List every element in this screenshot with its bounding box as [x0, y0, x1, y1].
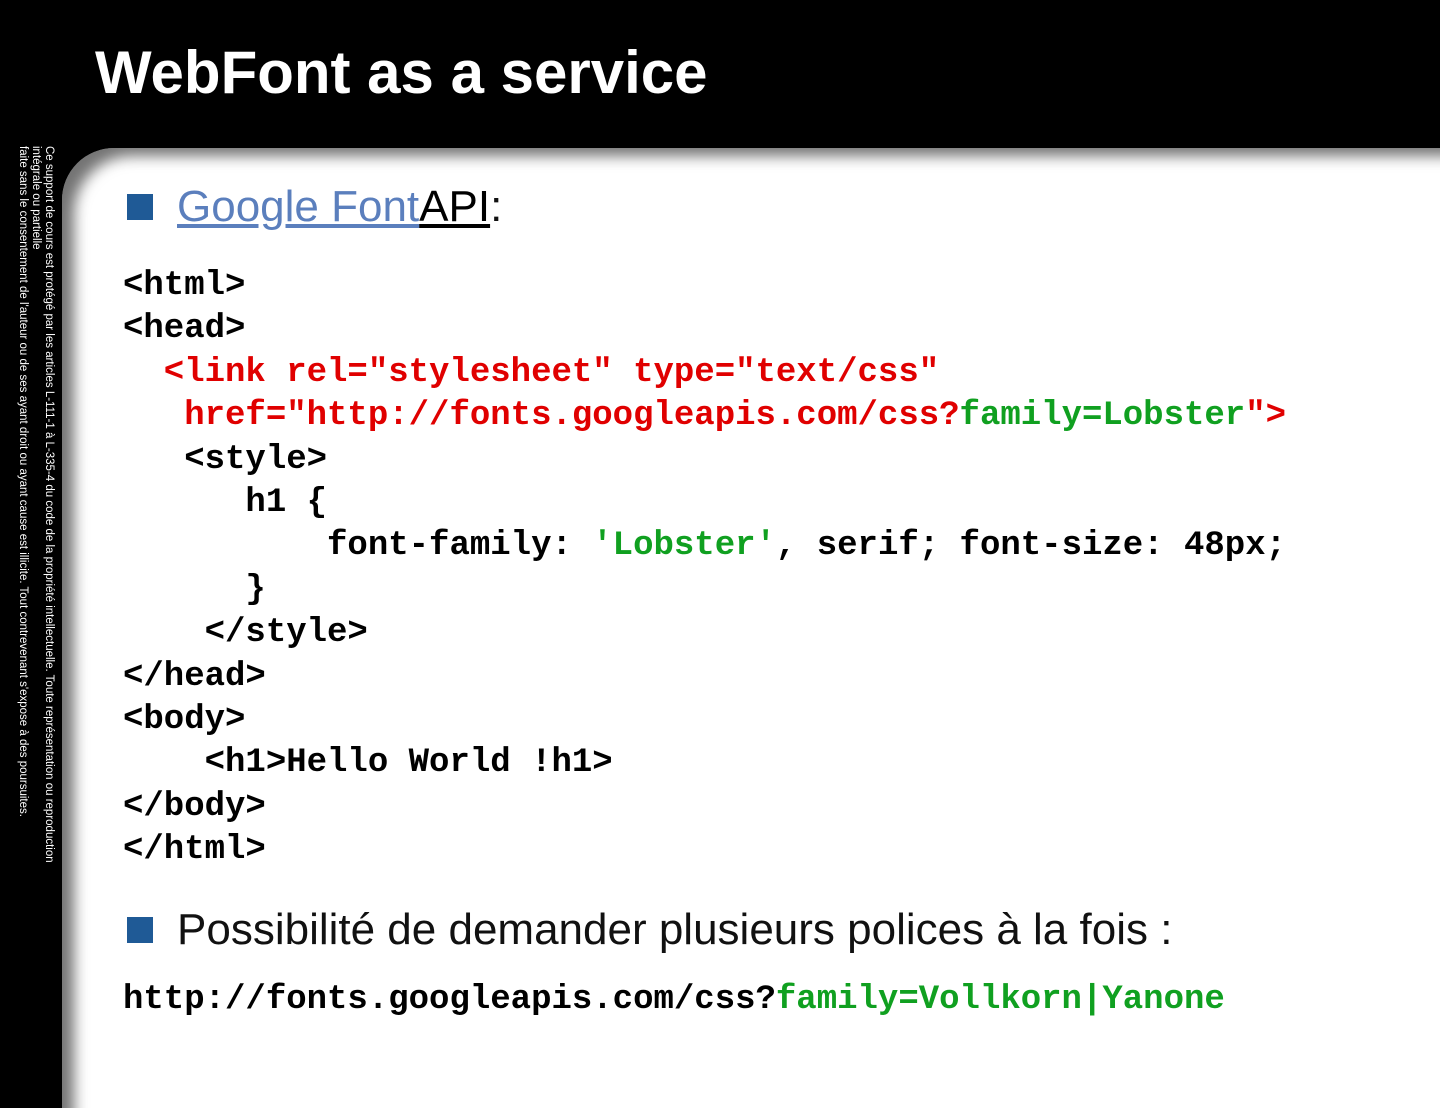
slide-title: WebFont as a service: [95, 39, 708, 106]
code-line: font-family:: [123, 527, 593, 566]
code-line: ">: [1245, 397, 1287, 436]
code-line: }: [123, 570, 266, 609]
code-highlight: 'Lobster': [592, 527, 776, 566]
code-line: <head>: [123, 310, 246, 349]
code-line: <h1>Hello World !h1>: [123, 744, 613, 783]
api-link[interactable]: API: [419, 182, 490, 232]
code-line: </html>: [123, 831, 266, 870]
code-example: <html> <head> <link rel="stylesheet" typ…: [123, 265, 1286, 873]
code-highlight: family=Lobster: [959, 397, 1246, 436]
url-base: http://fonts.googleapis.com/css?: [123, 981, 776, 1019]
code-line: <html>: [123, 267, 246, 305]
copyright-line-1: Ce support de cours est protégé par les …: [30, 146, 55, 863]
url-example: http://fonts.googleapis.com/css?family=V…: [123, 979, 1225, 1022]
code-line: h1 {: [123, 484, 328, 523]
url-family-param: family=Vollkorn|Yanone: [775, 981, 1225, 1019]
bullet-multiple-fonts: Possibilité de demander plusieurs police…: [127, 905, 1172, 955]
bullet-google-font-api: Google Font API :: [127, 182, 502, 232]
copyright-line-2: faite sans le consentement de l'auteur o…: [17, 146, 29, 817]
code-line: <body>: [123, 701, 246, 740]
google-font-link[interactable]: Google Font: [177, 182, 419, 232]
code-line: <link rel="stylesheet" type="text/css": [123, 353, 940, 392]
code-line: </style>: [123, 614, 368, 653]
bullet-suffix: :: [490, 182, 503, 231]
square-bullet-icon: [127, 917, 153, 943]
bullet-text: Possibilité de demander plusieurs police…: [177, 905, 1173, 954]
code-line: , serif; font-size: 48px;: [775, 527, 1287, 566]
copyright-notice: Ce support de cours est protégé par les …: [16, 146, 55, 866]
square-bullet-icon: [127, 194, 153, 220]
code-line: </head>: [123, 657, 266, 696]
code-line: href="http://fonts.googleapis.com/css?: [123, 397, 960, 436]
code-line: <style>: [123, 440, 328, 479]
code-line: </body>: [123, 787, 266, 826]
